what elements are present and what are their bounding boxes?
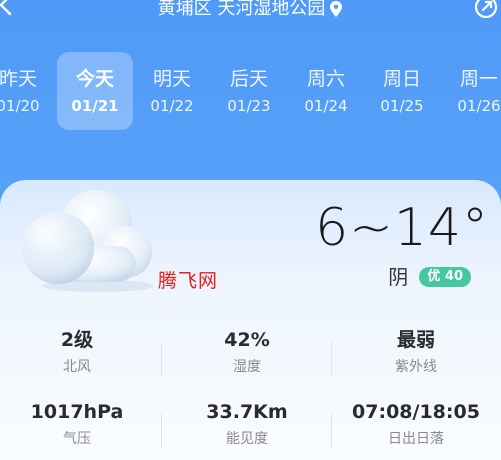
location-pin-icon: [330, 1, 343, 17]
stat-pressure: 1017hPa 气压: [0, 400, 157, 448]
cloud-icon: [22, 190, 154, 292]
day-date: 01/22: [150, 97, 194, 115]
day-date: 01/24: [304, 97, 348, 115]
watermark-text: 腾飞网: [158, 270, 219, 292]
stat-sunrise-sunset: 07:08/18:05 日出日落: [336, 400, 496, 448]
stat-value: 07:08/18:05: [352, 401, 480, 423]
stat-value: 2级: [60, 329, 94, 351]
day-name: 周一: [459, 68, 498, 90]
day-tab-sunday[interactable]: 周日 01/25: [364, 52, 440, 130]
stat-uv: 最弱 紫外线: [336, 328, 496, 376]
share-icon[interactable]: [473, 0, 499, 20]
day-name: 明天: [152, 68, 191, 90]
location-title[interactable]: 黄埔区 天河湿地公园: [0, 0, 501, 22]
day-tab-saturday[interactable]: 周六 01/24: [288, 52, 364, 130]
stat-label: 湿度: [233, 359, 261, 375]
day-name: 周日: [382, 68, 421, 90]
stat-label: 北风: [63, 359, 91, 375]
day-date: 01/23: [227, 97, 271, 115]
day-date: 01/21: [71, 97, 119, 115]
top-bar: 黄埔区 天河湿地公园: [0, 0, 501, 30]
stat-label: 紫外线: [395, 359, 437, 375]
divider: [331, 414, 332, 448]
weather-condition: 阴: [388, 265, 409, 289]
stat-wind: 2级 北风: [0, 328, 157, 376]
day-tab-yesterday[interactable]: 昨天 01/20: [0, 52, 56, 130]
stat-visibility: 33.7Km 能见度: [167, 400, 327, 448]
divider: [161, 342, 162, 376]
day-date: 01/20: [0, 97, 40, 115]
divider: [331, 342, 332, 376]
stat-label: 气压: [63, 431, 91, 447]
day-tabs: 昨天 01/20 今天 01/21 明天 01/22 后天 01/23 周六 0…: [0, 52, 501, 130]
stat-value: 1017hPa: [30, 401, 124, 423]
stat-value: 42%: [224, 329, 270, 351]
day-name: 周六: [306, 68, 345, 90]
aqi-badge[interactable]: 优 40: [419, 267, 471, 287]
temperature-range: 6~14°: [315, 198, 489, 258]
stat-label: 日出日落: [388, 431, 444, 447]
stat-value: 33.7Km: [206, 401, 288, 423]
day-tab-today[interactable]: 今天 01/21: [57, 52, 133, 130]
day-name: 昨天: [0, 68, 37, 90]
location-name: 黄埔区 天河湿地公园: [157, 0, 326, 19]
day-tab-monday[interactable]: 周一 01/26: [441, 52, 501, 130]
condition-row: 阴 优 40: [388, 264, 471, 290]
weather-card: 腾飞网 6~14° 阴 优 40 2级 北风 42% 湿度 最弱 紫外线 101…: [0, 180, 501, 460]
stat-label: 能见度: [226, 431, 268, 447]
day-tab-tomorrow[interactable]: 明天 01/22: [134, 52, 210, 130]
day-name: 后天: [229, 68, 268, 90]
day-date: 01/26: [457, 97, 501, 115]
day-tab-day-after-tomorrow[interactable]: 后天 01/23: [211, 52, 287, 130]
divider: [161, 414, 162, 448]
stat-value: 最弱: [396, 329, 435, 351]
weather-page: 黄埔区 天河湿地公园 昨天 01/20 今天 01/21 明天 01/22 后天…: [0, 0, 501, 460]
day-date: 01/25: [380, 97, 424, 115]
stat-humidity: 42% 湿度: [167, 328, 327, 376]
day-name: 今天: [75, 68, 114, 90]
